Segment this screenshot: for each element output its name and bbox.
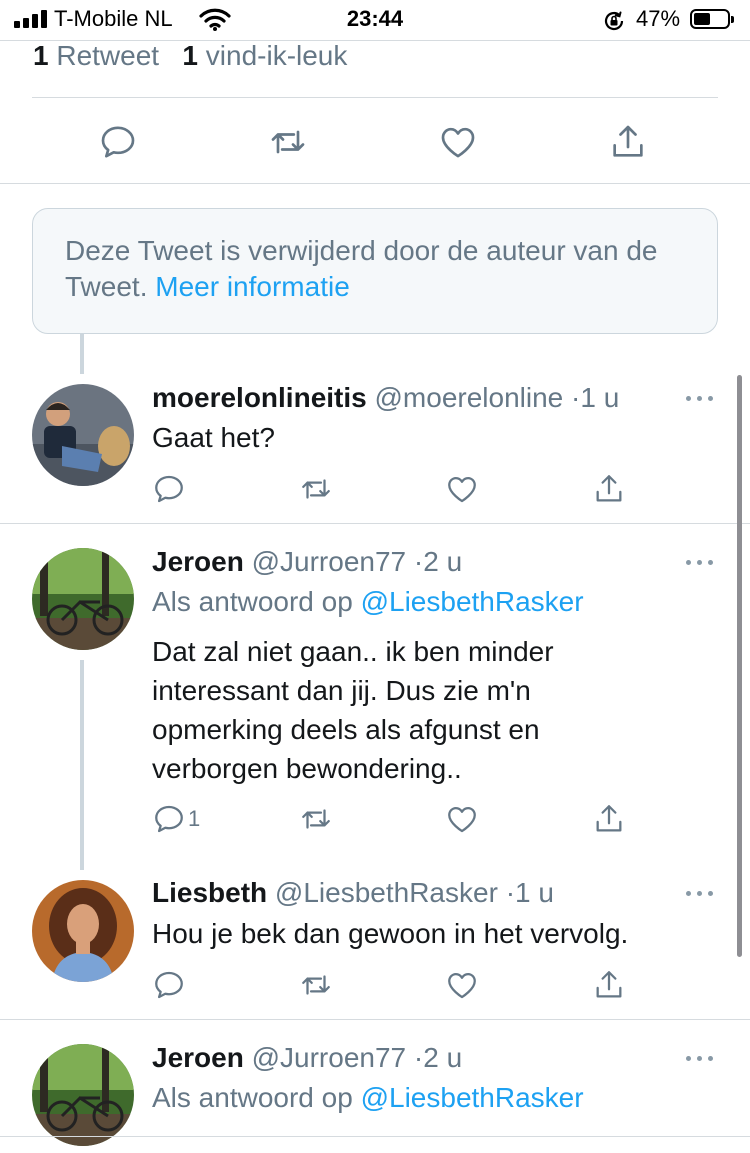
- avatar[interactable]: [32, 1044, 134, 1146]
- separator: ·: [413, 1042, 424, 1073]
- more-options-icon[interactable]: [686, 888, 714, 898]
- reply-count: 1: [188, 806, 201, 831]
- tweet-header: moerelonlineitis @moerelonline ·1 u: [152, 382, 619, 414]
- thread-line: [80, 334, 84, 374]
- like-icon[interactable]: [445, 968, 479, 1002]
- timestamp: 2 u: [423, 546, 463, 577]
- tweet-header: Jeroen @Jurroen77 ·2 u: [152, 1042, 462, 1074]
- reply-icon[interactable]: [152, 802, 186, 836]
- tweet-stats: 1 Retweet 1 vind-ik-leuk: [33, 40, 347, 72]
- tweet-divider: [0, 523, 750, 524]
- more-options-icon[interactable]: [686, 393, 714, 403]
- retweet-stat[interactable]: 1 Retweet: [33, 40, 159, 71]
- timestamp: 2 u: [423, 1042, 463, 1073]
- tweet-header: Jeroen @Jurroen77 ·2 u: [152, 546, 462, 578]
- more-options-icon[interactable]: [686, 557, 714, 567]
- tweet-header: Liesbeth @LiesbethRasker ·1 u: [152, 877, 554, 909]
- reply-prefix: Als antwoord op: [152, 1082, 353, 1113]
- retweet-icon[interactable]: [299, 968, 333, 1002]
- display-name[interactable]: moerelonlineitis: [152, 382, 367, 413]
- timestamp: 1 u: [580, 382, 620, 413]
- reply-context: Als antwoord op @LiesbethRasker: [152, 1082, 584, 1114]
- separator: ·: [505, 877, 516, 908]
- display-name[interactable]: Jeroen: [152, 1042, 244, 1073]
- thread-line: [80, 660, 84, 870]
- reply-icon[interactable]: [152, 968, 186, 1002]
- tweet-text: Dat zal niet gaan.. ik ben minder intere…: [152, 636, 554, 784]
- avatar[interactable]: [32, 548, 134, 650]
- share-icon[interactable]: [592, 472, 626, 506]
- orientation-lock-icon: [604, 11, 624, 31]
- reply-icon[interactable]: [152, 472, 186, 506]
- stats-divider: [32, 97, 718, 98]
- scrollbar[interactable]: [737, 375, 742, 957]
- battery-icon: [690, 9, 734, 29]
- tweet-text: Gaat het?: [152, 422, 275, 453]
- tweet-divider: [0, 1019, 750, 1020]
- avatar[interactable]: [32, 880, 134, 982]
- handle[interactable]: @Jurroen77: [252, 546, 407, 577]
- separator: ·: [413, 546, 424, 577]
- handle[interactable]: @moerelonline: [375, 382, 564, 413]
- like-icon[interactable]: [445, 802, 479, 836]
- like-stat[interactable]: 1 vind-ik-leuk: [182, 40, 347, 71]
- timestamp: 1 u: [515, 877, 554, 908]
- retweet-icon[interactable]: [299, 472, 333, 506]
- display-name[interactable]: Liesbeth: [152, 877, 267, 908]
- more-options-icon[interactable]: [686, 1053, 714, 1063]
- battery-percent: 47%: [636, 6, 681, 31]
- status-bar: T-Mobile NL 23:44 47%: [0, 0, 750, 40]
- like-icon[interactable]: [438, 122, 478, 162]
- handle[interactable]: @Jurroen77: [252, 1042, 407, 1073]
- reply-to-link[interactable]: @LiesbethRasker: [361, 1082, 584, 1113]
- display-name[interactable]: Jeroen: [152, 546, 244, 577]
- actions-divider: [0, 183, 750, 184]
- reply-context: Als antwoord op @LiesbethRasker: [152, 586, 584, 618]
- reply-prefix: Als antwoord op: [152, 586, 353, 617]
- share-icon[interactable]: [608, 122, 648, 162]
- reply-to-link[interactable]: @LiesbethRasker: [361, 586, 584, 617]
- deleted-tweet-notice: Deze Tweet is verwijderd door de auteur …: [32, 208, 718, 334]
- retweet-icon[interactable]: [268, 122, 308, 162]
- retweet-icon[interactable]: [299, 802, 333, 836]
- reply-icon[interactable]: [98, 122, 138, 162]
- separator: ·: [571, 382, 581, 413]
- tweet-text: Hou je bek dan gewoon in het vervolg.: [152, 918, 629, 949]
- like-icon[interactable]: [445, 472, 479, 506]
- handle[interactable]: @LiesbethRasker: [275, 877, 498, 908]
- avatar[interactable]: [32, 384, 134, 486]
- share-icon[interactable]: [592, 968, 626, 1002]
- deleted-notice-text: Deze Tweet is verwijderd door de auteur …: [65, 235, 658, 302]
- more-info-link[interactable]: Meer informatie: [155, 271, 350, 302]
- bottom-divider: [0, 1136, 750, 1137]
- share-icon[interactable]: [592, 802, 626, 836]
